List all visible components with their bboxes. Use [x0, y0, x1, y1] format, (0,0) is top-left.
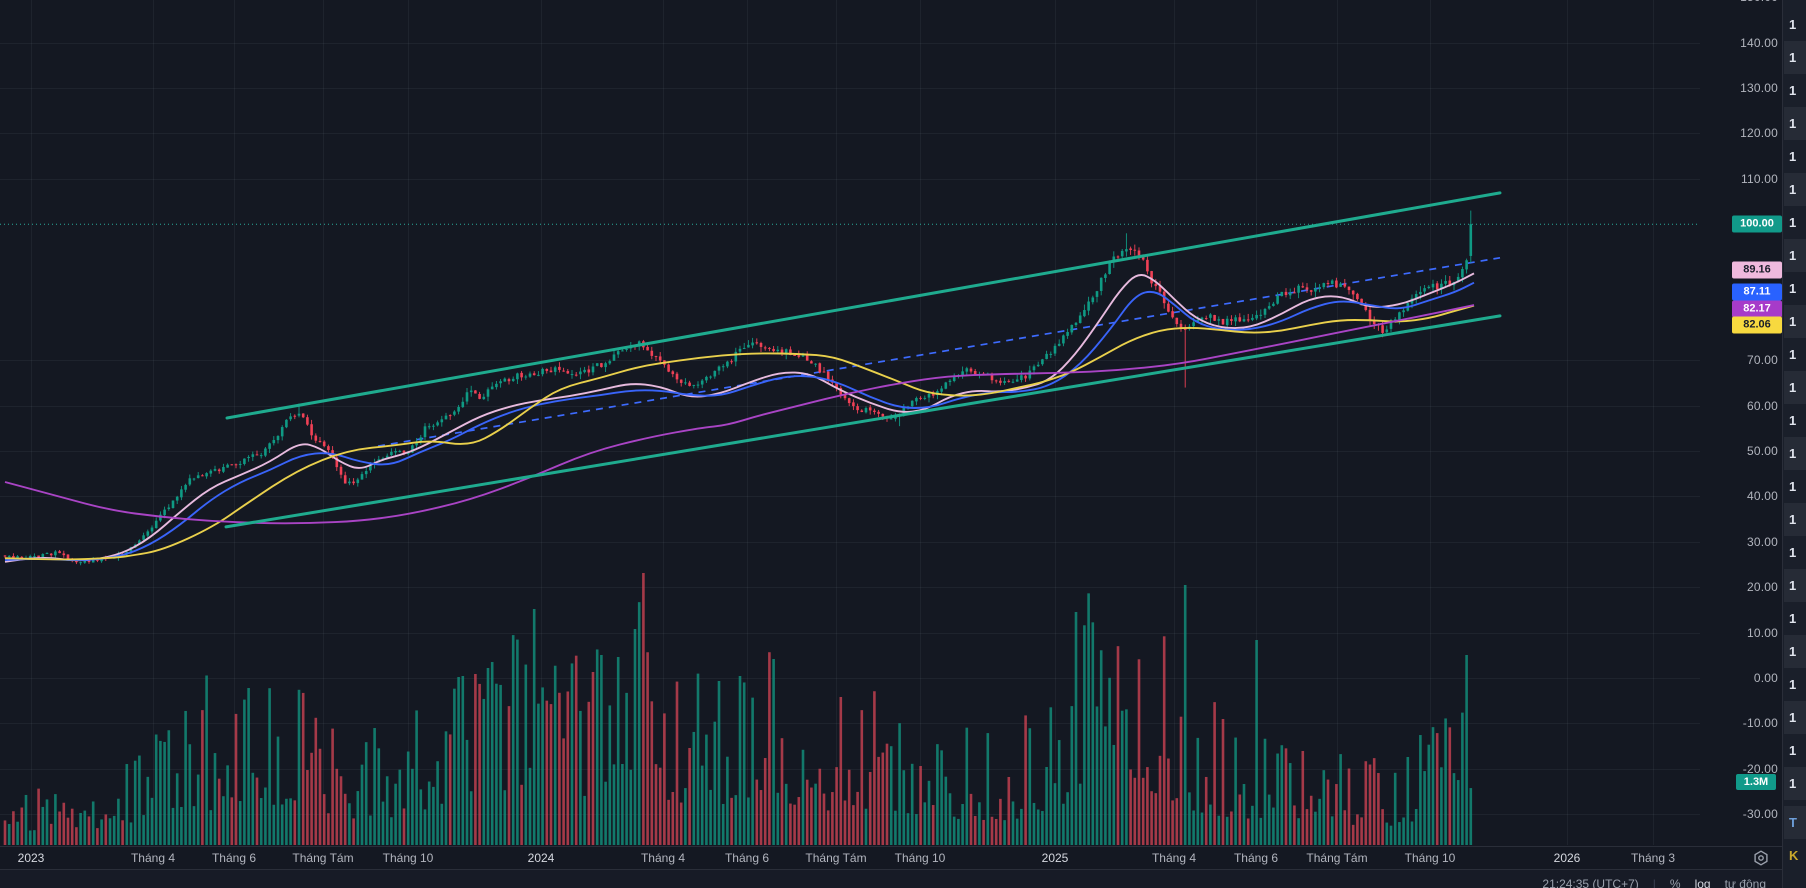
side-panel-row[interactable]: 1	[1784, 470, 1806, 503]
ma-yellow-value: 82.06	[1732, 316, 1782, 334]
price-tick: 20.00	[1746, 580, 1778, 594]
side-panel-row[interactable]: 1	[1784, 338, 1806, 371]
price-tick: 130.00	[1740, 81, 1778, 95]
time-tick[interactable]: Tháng 6	[725, 851, 769, 865]
time-tick[interactable]: Tháng 10	[1405, 851, 1456, 865]
price-chart-canvas[interactable]	[0, 0, 1806, 888]
time-tick[interactable]: Tháng 10	[383, 851, 434, 865]
side-panel-row[interactable]: 1	[1784, 569, 1806, 602]
side-panel-row[interactable]: 1	[1784, 206, 1806, 239]
side-panel-row[interactable]: 1	[1784, 8, 1806, 41]
price-tick: 50.00	[1746, 444, 1778, 458]
time-tick[interactable]: 2025	[1042, 851, 1069, 865]
ma-pink-value: 89.16	[1732, 261, 1782, 279]
side-panel-row[interactable]: 1	[1784, 74, 1806, 107]
side-panel-row[interactable]: 1	[1784, 701, 1806, 734]
time-tick[interactable]: Tháng 4	[131, 851, 175, 865]
time-tick[interactable]: Tháng Tám	[1306, 851, 1367, 865]
time-tick[interactable]: Tháng Tám	[292, 851, 353, 865]
side-panel-row[interactable]: 1	[1784, 404, 1806, 437]
price-tick: 40.00	[1746, 489, 1778, 503]
side-panel-bottom-row[interactable]: T	[1784, 806, 1806, 839]
time-tick[interactable]: Tháng Tám	[805, 851, 866, 865]
scale-toggle-log[interactable]: log	[1695, 877, 1711, 888]
volume-value-label: 1.3M	[1736, 774, 1776, 790]
price-tick: 60.00	[1746, 399, 1778, 413]
side-panel-bottom-row[interactable]: K	[1784, 839, 1806, 872]
side-panel-row[interactable]: 1	[1784, 437, 1806, 470]
ma-purple-value: 82.17	[1732, 300, 1782, 318]
last-price-label: 100.00	[1732, 215, 1782, 233]
side-panel-row[interactable]: 1	[1784, 635, 1806, 668]
side-panel-row[interactable]: 1	[1784, 602, 1806, 635]
side-panel-row[interactable]: 1	[1784, 140, 1806, 173]
time-tick[interactable]: Tháng 3	[1631, 851, 1675, 865]
price-tick: 70.00	[1746, 353, 1778, 367]
side-panel-row[interactable]: 1	[1784, 503, 1806, 536]
price-tick: 10.00	[1746, 626, 1778, 640]
clock-utc-label[interactable]: 21:24:35 (UTC+7)	[1542, 877, 1638, 888]
axis-settings-gear-icon[interactable]	[1752, 849, 1770, 867]
right-side-panel-clipped[interactable]: 111111111111111111111111TK	[1782, 0, 1806, 888]
price-tick: 0.00	[1753, 671, 1778, 685]
chart-window: 150.00140.00130.00120.00110.0070.0060.00…	[0, 0, 1806, 888]
side-panel-row[interactable]: 1	[1784, 371, 1806, 404]
side-panel-row[interactable]: 1	[1784, 767, 1806, 800]
side-panel-row[interactable]: 1	[1784, 173, 1806, 206]
status-divider: |	[1652, 877, 1656, 888]
side-panel-row[interactable]: 1	[1784, 239, 1806, 272]
scale-buttons: % log tự động	[1670, 877, 1766, 888]
price-tick: 110.00	[1740, 172, 1778, 186]
time-tick[interactable]: Tháng 4	[641, 851, 685, 865]
price-tick: 120.00	[1740, 126, 1778, 140]
side-panel-row[interactable]: 1	[1784, 536, 1806, 569]
side-panel-row[interactable]: 1	[1784, 668, 1806, 701]
price-tick: -30.00	[1742, 807, 1778, 821]
time-tick[interactable]: 2026	[1554, 851, 1581, 865]
price-tick: 150.00	[1690, 0, 1778, 4]
scale-toggle-%[interactable]: %	[1670, 877, 1681, 888]
price-axis[interactable]: 150.00 140.00 130.00 120.00 110.00 70.00 60.00…	[1690, 0, 1782, 846]
time-tick[interactable]: Tháng 4	[1152, 851, 1196, 865]
time-axis[interactable]: 2023 Tháng 4 Tháng 6 Tháng Tám Tháng 10 2024 T…	[0, 846, 1782, 871]
scale-toggle-tự-động[interactable]: tự động	[1725, 877, 1766, 888]
price-tick: 30.00	[1746, 535, 1778, 549]
time-tick[interactable]: Tháng 6	[212, 851, 256, 865]
price-tick: 140.00	[1740, 36, 1778, 50]
price-tick: -10.00	[1742, 716, 1778, 730]
ma-blue-value: 87.11	[1732, 283, 1782, 301]
side-panel-row[interactable]: 1	[1784, 41, 1806, 74]
side-panel-row[interactable]: 1	[1784, 272, 1806, 305]
side-panel-row[interactable]: 1	[1784, 734, 1806, 767]
chart-status-bar: 21:24:35 (UTC+7) | % log tự động	[0, 869, 1782, 888]
side-panel-row[interactable]: 1	[1784, 107, 1806, 140]
side-panel-row[interactable]: 1	[1784, 305, 1806, 338]
time-tick[interactable]: 2023	[18, 851, 45, 865]
time-tick[interactable]: Tháng 10	[895, 851, 946, 865]
time-tick[interactable]: 2024	[528, 851, 555, 865]
time-tick[interactable]: Tháng 6	[1234, 851, 1278, 865]
